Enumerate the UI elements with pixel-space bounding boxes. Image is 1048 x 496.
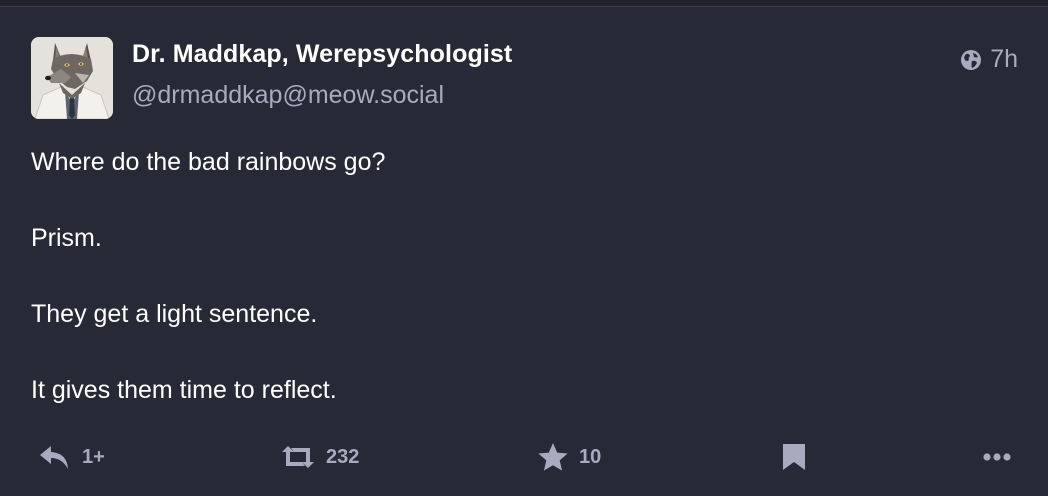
favourite-button[interactable]: 10 [537,437,601,477]
favourite-count: 10 [579,445,602,468]
bookmark-icon [782,443,806,471]
boost-count: 232 [326,445,360,468]
bookmark-button[interactable] [782,437,806,477]
author-handle[interactable]: @drmaddkap@meow.social [132,81,444,110]
post-content: Where do the bad rainbows go? Prism. The… [31,145,1011,449]
reply-count: 1+ [82,445,105,468]
post-action-bar: 1+ 232 10 [0,437,1048,477]
post-content-line: It gives them time to reflect. [31,376,337,404]
status-post[interactable]: Dr. Maddkap, Werepsychologist @drmaddkap… [0,7,1048,496]
post-content-line: Prism. [31,224,102,252]
more-icon [983,452,1011,462]
reply-icon [38,443,72,471]
post-timestamp[interactable]: 7h [990,45,1018,74]
globe-icon [960,49,982,71]
post-meta[interactable]: 7h [960,45,1018,74]
more-button[interactable] [983,437,1011,477]
wolf-avatar-icon[interactable] [31,37,113,119]
post-content-line: They get a light sentence. [31,300,318,328]
reply-button[interactable]: 1+ [38,437,105,477]
post-content-line: Where do the bad rainbows go? [31,148,386,176]
boost-button[interactable]: 232 [280,437,359,477]
star-icon [537,442,569,472]
author-display-name[interactable]: Dr. Maddkap, Werepsychologist [132,40,512,69]
boost-icon [280,444,316,470]
